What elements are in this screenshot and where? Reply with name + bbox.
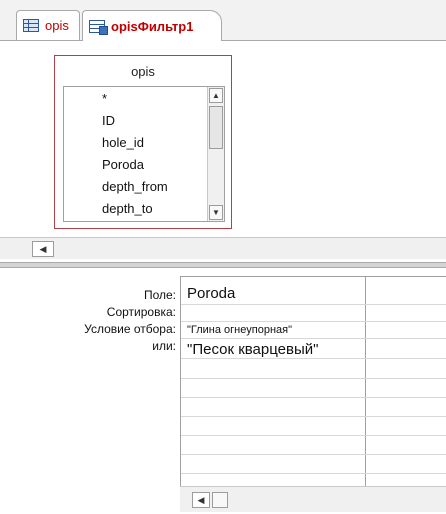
- field-item-id[interactable]: ID: [102, 113, 115, 128]
- grid-row-line: [181, 321, 446, 322]
- grid-scroll-left-button[interactable]: ◀: [192, 492, 210, 508]
- tab-opis-filter1-label: opisФильтр1: [111, 18, 194, 34]
- scroll-down-button[interactable]: ▼: [209, 205, 223, 220]
- row-label-criteria: Условие отбора:: [84, 322, 176, 336]
- document-tab-strip: opis opisФильтр1: [0, 0, 446, 41]
- grid-row-line: [181, 473, 446, 474]
- row-label-sort: Сортировка:: [106, 305, 176, 319]
- design-pane-hscrollbar[interactable]: ◀: [0, 237, 446, 259]
- grid-hscrollbar[interactable]: ◀: [180, 486, 446, 512]
- query-design-pane: opis * ID hole_id Poroda depth_from dept…: [0, 41, 446, 261]
- arrow-down-icon: ▼: [212, 208, 220, 217]
- grid-row-line: [181, 338, 446, 339]
- field-cell[interactable]: Poroda: [187, 285, 235, 302]
- field-list-scrollbar[interactable]: ▲ ▼: [207, 87, 224, 221]
- table-icon: [23, 19, 39, 32]
- query-icon: [89, 19, 108, 35]
- field-item-depth-from[interactable]: depth_from: [102, 179, 168, 194]
- arrow-left-icon: ◀: [197, 494, 205, 505]
- criteria-cell[interactable]: "Глина огнеупорная": [187, 324, 292, 336]
- table-title[interactable]: opis: [55, 64, 231, 79]
- arrow-up-icon: ▲: [212, 91, 220, 100]
- scroll-left-button[interactable]: ◀: [32, 241, 54, 257]
- grid-row-line: [181, 435, 446, 436]
- tab-opis-filter1[interactable]: opisФильтр1: [82, 10, 222, 41]
- scroll-up-button[interactable]: ▲: [209, 88, 223, 103]
- grid-row-line: [181, 416, 446, 417]
- grid-row-line: [181, 454, 446, 455]
- tab-opis[interactable]: opis: [16, 10, 80, 40]
- tab-opis-label: opis: [45, 18, 69, 33]
- grid-row-line: [181, 304, 446, 305]
- table-field-list-window[interactable]: opis * ID hole_id Poroda depth_from dept…: [54, 55, 232, 229]
- scroll-thumb[interactable]: [209, 106, 223, 149]
- row-label-or: или:: [152, 339, 176, 353]
- grid-scroll-thumb[interactable]: [212, 492, 228, 508]
- arrow-left-icon: ◀: [39, 243, 47, 254]
- or-cell[interactable]: "Песок кварцевый": [187, 341, 318, 358]
- field-item-depth-to[interactable]: depth_to: [102, 201, 153, 216]
- field-list[interactable]: * ID hole_id Poroda depth_from depth_to …: [63, 86, 225, 222]
- grid-row-line: [181, 378, 446, 379]
- grid-row-line: [181, 358, 446, 359]
- row-label-field: Поле:: [143, 288, 176, 302]
- query-grid[interactable]: Poroda "Глина огнеупорная" "Песок кварце…: [180, 276, 446, 486]
- query-grid-pane: Поле: Сортировка: Условие отбора: или: P…: [0, 268, 446, 514]
- grid-row-line: [181, 397, 446, 398]
- field-item-hole-id[interactable]: hole_id: [102, 135, 144, 150]
- field-item-poroda[interactable]: Poroda: [102, 157, 144, 172]
- field-item-all[interactable]: *: [102, 91, 107, 106]
